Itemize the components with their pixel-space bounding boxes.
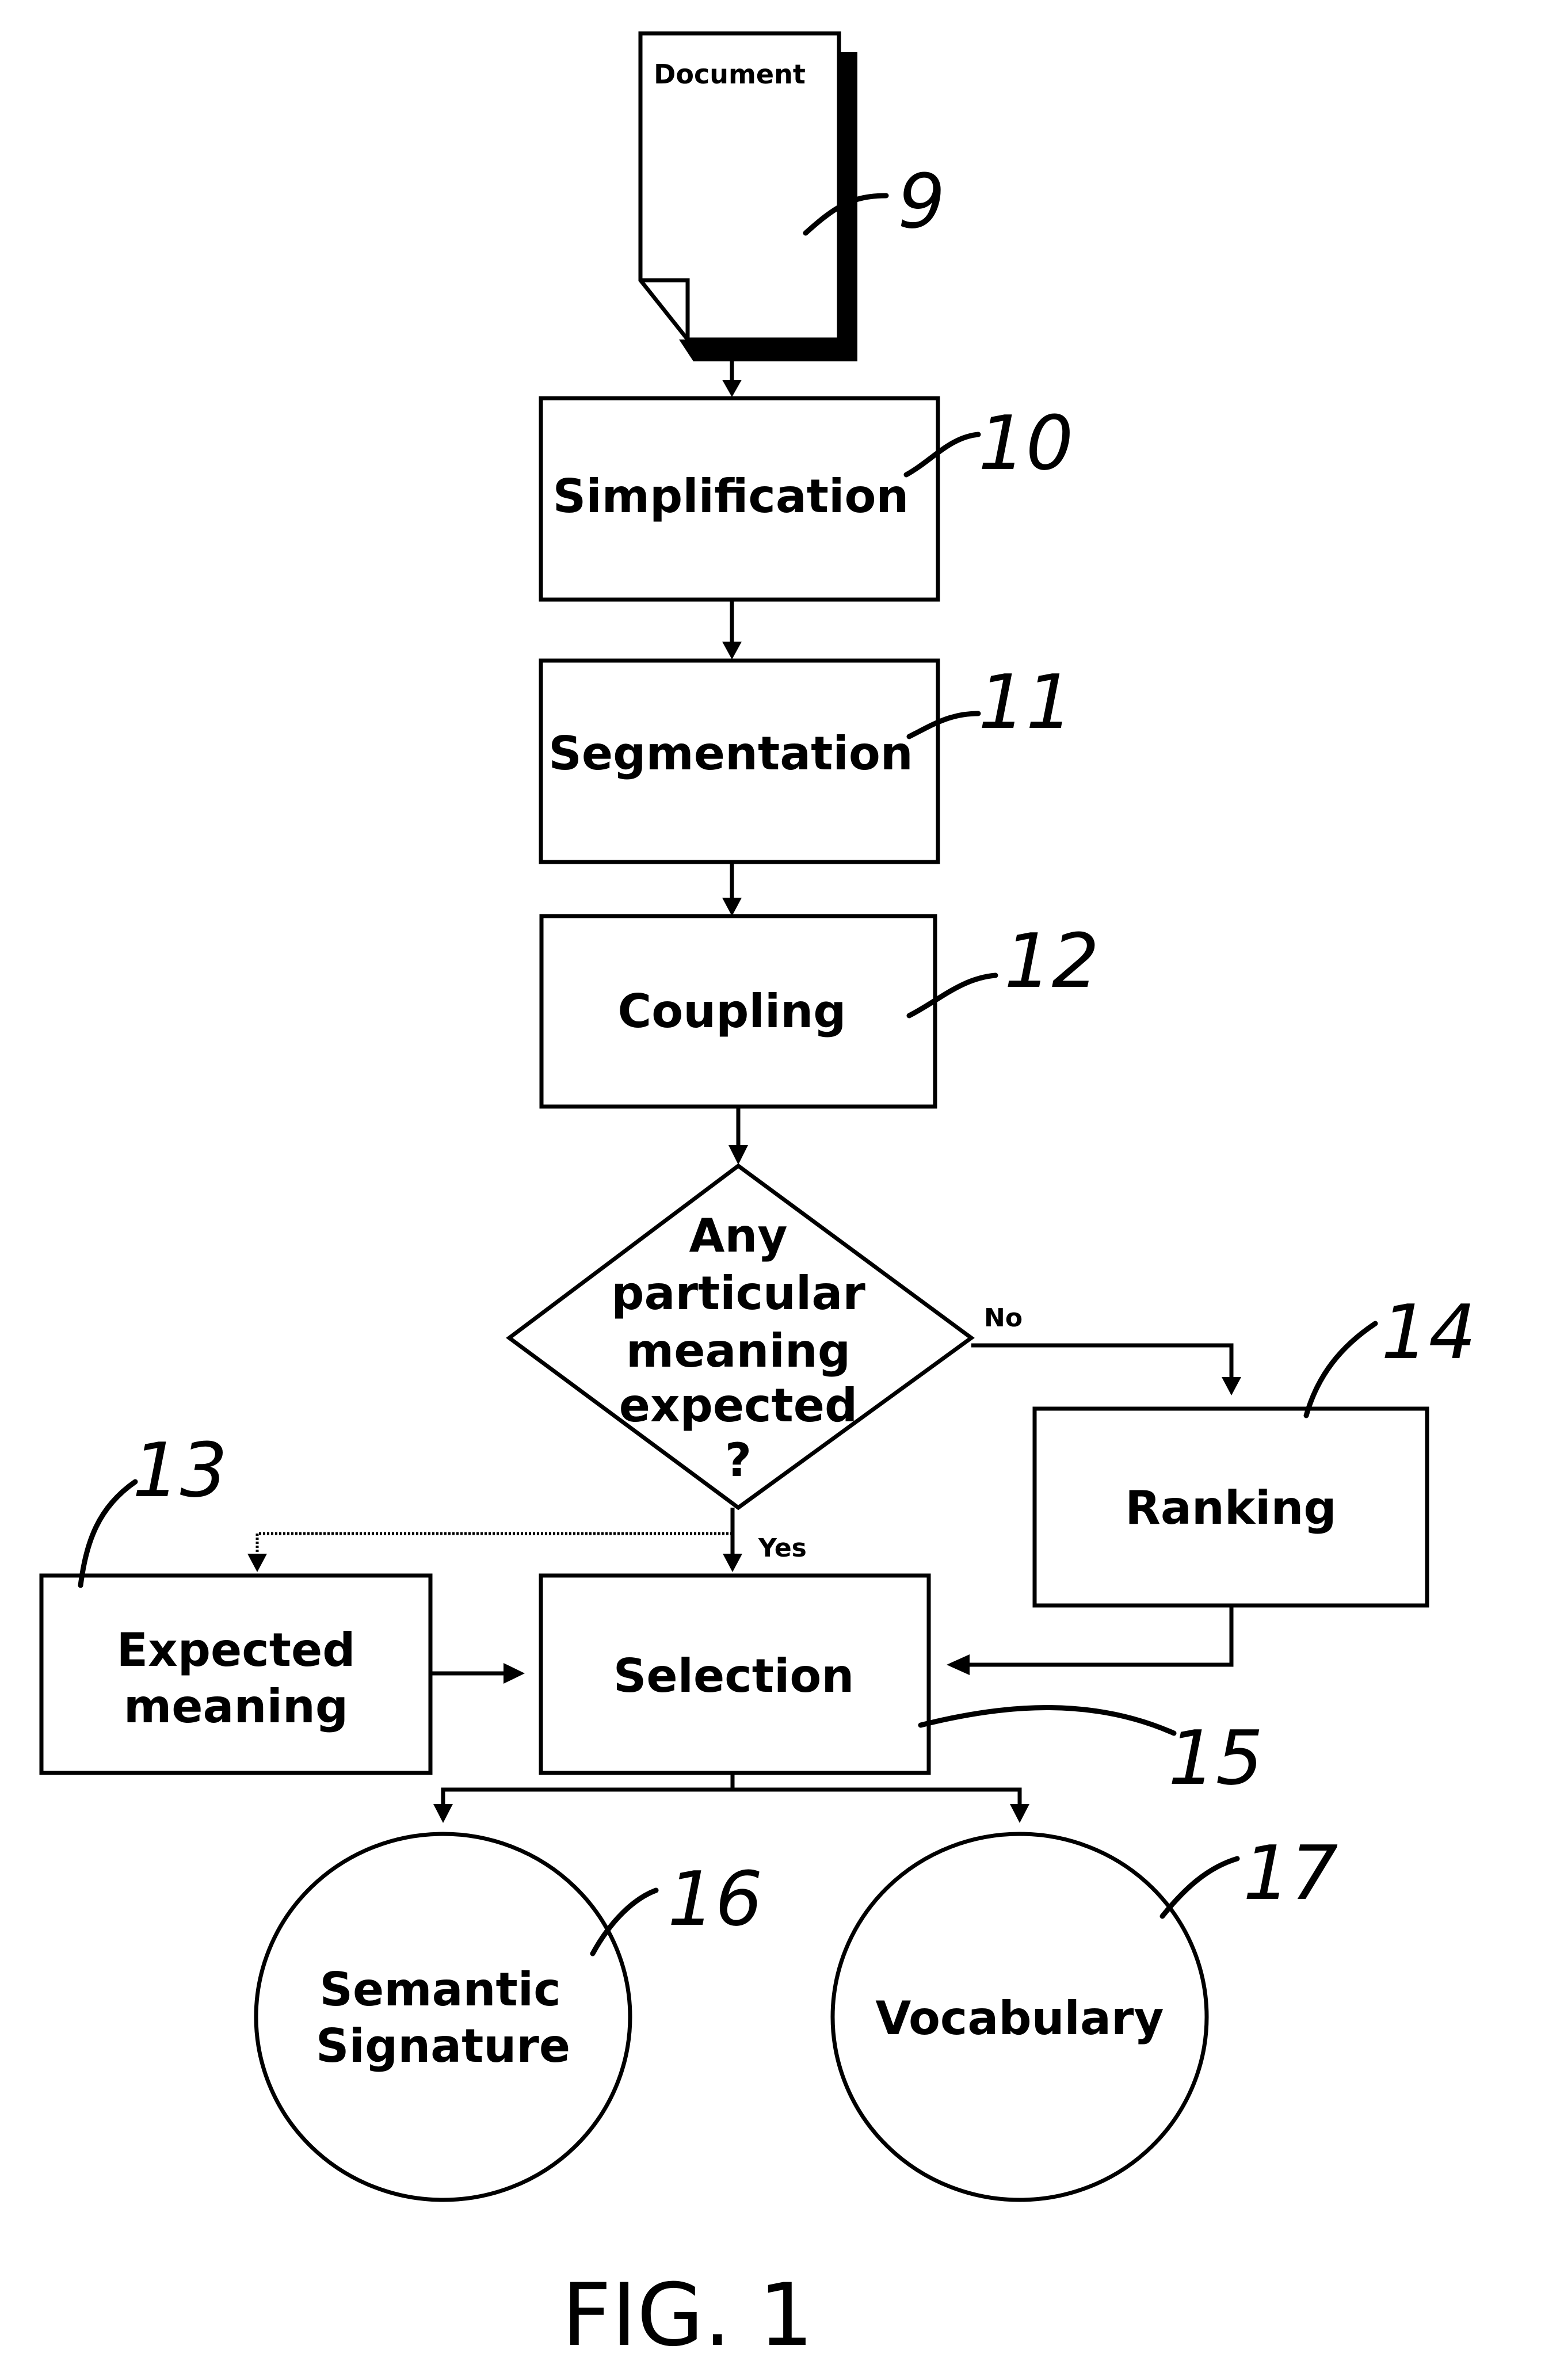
semantic-signature-line-2: Signature (316, 2019, 570, 2073)
ref-numeral-11: 11 (978, 658, 1073, 746)
semantic-signature-line-1: Semantic (319, 1963, 560, 2016)
arrowhead-icon (1222, 1377, 1241, 1395)
leader-line-14 (1303, 1321, 1378, 1418)
arrowhead-icon (722, 642, 742, 659)
ranking-label: Ranking (1125, 1481, 1336, 1535)
leader-line-17 (1159, 1856, 1240, 1919)
document-node: Document (638, 31, 857, 361)
arrowhead-icon (504, 1663, 525, 1684)
arrowhead-icon (433, 1804, 453, 1823)
simplification-label: Simplification (553, 470, 909, 523)
ranking-to-selection-line (967, 1605, 1234, 1667)
coupling-label: Coupling (618, 985, 846, 1038)
document-label: Document (654, 59, 806, 90)
no-label: No (984, 1303, 1023, 1333)
arrowhead-icon (247, 1554, 267, 1572)
leader-line-13 (78, 1479, 138, 1588)
vocabulary-label: Vocabulary (875, 1992, 1164, 2045)
segmentation-label: Segmentation (548, 727, 913, 780)
expected-meaning-node: Expected meaning (39, 1573, 433, 1775)
arrowhead-icon (722, 898, 742, 916)
expected-meaning-branch-line (255, 1532, 733, 1554)
selection-output-branch-line (441, 1787, 1022, 1805)
decision-line-4: expected (619, 1379, 858, 1432)
decision-node: Any particular meaning expected ? (506, 1163, 975, 1511)
ref-numeral-14: 14 (1381, 1288, 1476, 1376)
flowchart: Document Simplification Segmentation Cou… (39, 31, 1476, 2366)
semantic-signature-node: Semantic Signature (254, 1832, 632, 2202)
yes-label: Yes (758, 1534, 807, 1563)
arrowhead-icon (1010, 1804, 1029, 1823)
decision-line-1: Any (689, 1209, 787, 1263)
decision-line-5: ? (725, 1433, 752, 1487)
decision-line-3: meaning (626, 1324, 850, 1378)
simplification-node: Simplification (539, 396, 940, 602)
arrowhead-icon (947, 1654, 970, 1675)
decision-line-2: particular (611, 1267, 865, 1320)
ref-numeral-15: 15 (1168, 1714, 1263, 1802)
arrowhead-icon (723, 1554, 742, 1572)
ref-numeral-16: 16 (667, 1855, 762, 1943)
expected-meaning-line-1: Expected (117, 1623, 356, 1677)
ref-numeral-9: 9 (898, 158, 945, 245)
ranking-node: Ranking (1032, 1406, 1429, 1608)
coupling-node: Coupling (539, 914, 937, 1109)
leader-line-15 (918, 1705, 1177, 1736)
figure-caption: FIG. 1 (562, 2265, 814, 2366)
semantic-signature-circle (254, 1832, 632, 2202)
selection-node: Selection (539, 1573, 931, 1775)
selection-label: Selection (613, 1649, 855, 1703)
ref-numeral-10: 10 (978, 399, 1073, 487)
ref-numeral-17: 17 (1243, 1829, 1338, 1917)
vocabulary-node: Vocabulary (830, 1832, 1209, 2202)
no-branch-line (971, 1343, 1234, 1378)
ref-numeral-12: 12 (1004, 917, 1099, 1005)
segmentation-node: Segmentation (539, 658, 940, 864)
arrowhead-icon (722, 380, 742, 397)
ref-numeral-13: 13 (132, 1427, 227, 1514)
expected-meaning-line-2: meaning (124, 1680, 348, 1733)
arrowhead-icon (728, 1145, 748, 1165)
